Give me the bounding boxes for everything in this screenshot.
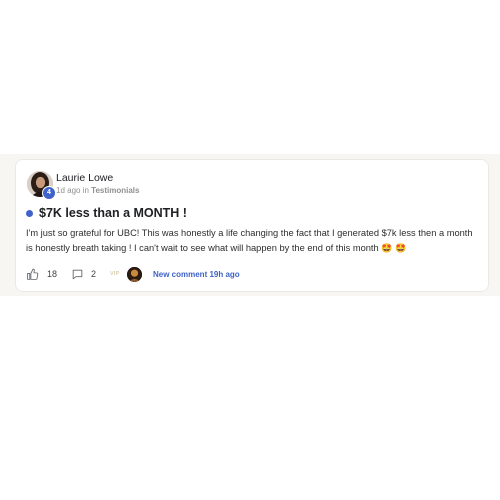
new-comment-link[interactable]: New comment 19h ago xyxy=(153,266,240,282)
unread-dot-icon xyxy=(26,209,33,217)
post-title[interactable]: $7K less than a MONTH ! xyxy=(39,206,187,220)
like-count: 18 xyxy=(47,269,58,279)
vip-tag: VIP xyxy=(110,271,120,277)
author-name[interactable]: Laurie Lowe xyxy=(56,172,113,184)
meta-in-word: in xyxy=(82,186,89,195)
commenter-avatar[interactable] xyxy=(127,266,142,282)
star-struck-emoji-icon: 🤩 🤩 xyxy=(381,244,407,254)
category-link[interactable]: Testimonials xyxy=(91,186,139,195)
level-badge: 4 xyxy=(42,186,56,200)
post-footer: 18 2 VIP New comment 19h ago xyxy=(26,266,481,282)
like-button[interactable] xyxy=(26,266,39,282)
comment-bubble-icon xyxy=(72,269,83,279)
comment-count: 2 xyxy=(91,269,97,279)
commenter-avatar-image xyxy=(127,266,142,282)
comment-button[interactable] xyxy=(71,266,84,282)
post-body: I'm just so grateful for UBC! This was h… xyxy=(26,226,481,257)
post-title-row[interactable]: $7K less than a MONTH ! xyxy=(26,205,187,221)
author-avatar-group[interactable]: 4 xyxy=(27,171,56,200)
post-meta: 1d ago in Testimonials xyxy=(56,186,139,195)
thumbs-up-icon xyxy=(27,268,39,280)
avatar[interactable] xyxy=(127,266,142,282)
post-time: 1d ago xyxy=(56,186,81,195)
post-card[interactable]: 4 Laurie Lowe 1d ago in Testimonials $7K… xyxy=(15,159,489,292)
